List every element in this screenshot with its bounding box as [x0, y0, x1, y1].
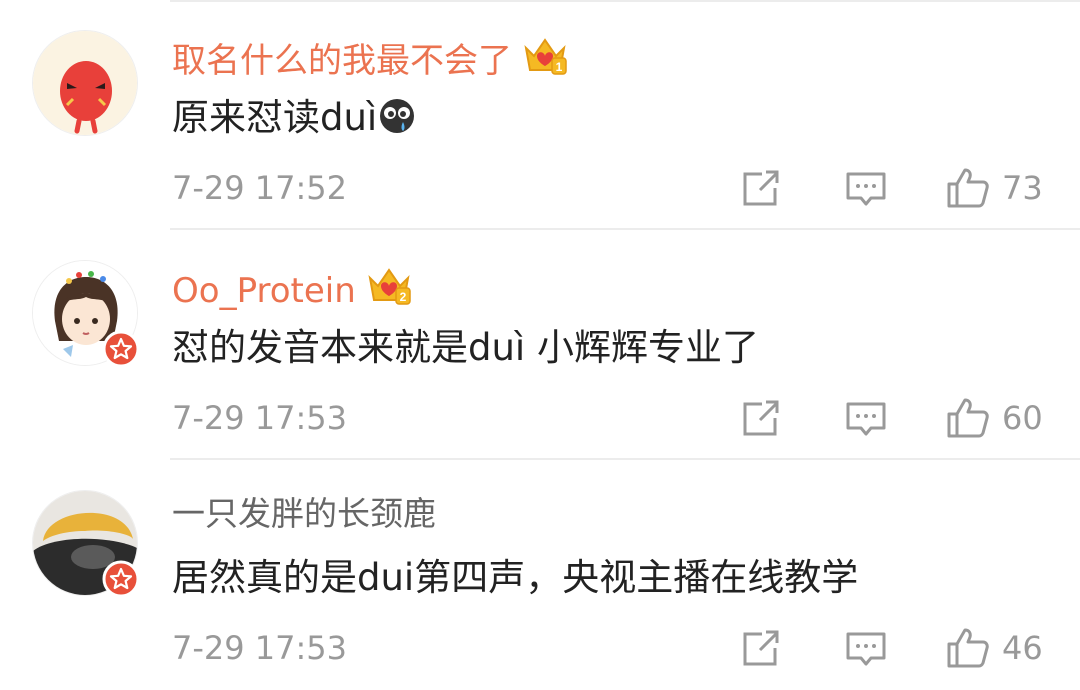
comment-item: 一只发胖的长颈鹿 居然真的是dui第四声，央视主播在线教学 7-29 17:53…: [0, 460, 1080, 690]
like-button[interactable]: 46: [946, 626, 1056, 670]
comment-text: 怼的发音本来就是duì 小辉辉专业了: [172, 326, 759, 369]
comment-username[interactable]: 取名什么的我最不会了 1: [172, 32, 568, 83]
repost-button[interactable]: [740, 396, 782, 440]
repost-button[interactable]: [740, 626, 782, 670]
crying-face-emoji-icon: [379, 98, 415, 134]
repost-icon: [743, 400, 779, 436]
svg-text:1: 1: [556, 60, 563, 74]
comment-text: 原来怼读duì: [172, 94, 415, 142]
comment-item: 取名什么的我最不会了 1 原来怼读duì 7-29 17:52 73: [0, 0, 1080, 230]
comment-time: 7-29 17:53: [172, 629, 348, 667]
verified-star-icon: [102, 330, 140, 368]
thumbs-up-icon: [947, 168, 989, 208]
repost-icon: [743, 630, 779, 666]
like-count: 73: [1002, 169, 1043, 207]
comment-time: 7-29 17:52: [172, 169, 348, 207]
thumbs-up-icon: [947, 628, 989, 668]
like-count: 46: [1002, 629, 1043, 667]
svg-text:2: 2: [399, 290, 406, 304]
repost-icon: [743, 170, 779, 206]
comment-username[interactable]: Oo_Protein 2: [172, 262, 412, 313]
comment-text: 居然真的是dui第四声，央视主播在线教学: [172, 556, 859, 599]
like-button[interactable]: 73: [946, 166, 1056, 210]
comment-icon: [846, 172, 886, 206]
thumbs-up-icon: [947, 398, 989, 438]
like-button[interactable]: 60: [946, 396, 1056, 440]
like-count: 60: [1002, 399, 1043, 437]
comment-time: 7-29 17:53: [172, 399, 348, 437]
repost-button[interactable]: [740, 166, 782, 210]
crown-badge-icon: 1: [522, 32, 568, 78]
avatar[interactable]: [32, 30, 138, 136]
comment-username[interactable]: 一只发胖的长颈鹿: [172, 492, 436, 536]
reply-button[interactable]: [845, 396, 887, 440]
reply-button[interactable]: [845, 626, 887, 670]
verified-star-icon: [102, 560, 140, 598]
comment-icon: [846, 402, 886, 436]
comment-icon: [846, 632, 886, 666]
crown-badge-icon: 2: [366, 262, 412, 308]
comment-item: Oo_Protein 2 怼的发音本来就是duì 小辉辉专业了 7-29 17:…: [0, 230, 1080, 460]
reply-button[interactable]: [845, 166, 887, 210]
